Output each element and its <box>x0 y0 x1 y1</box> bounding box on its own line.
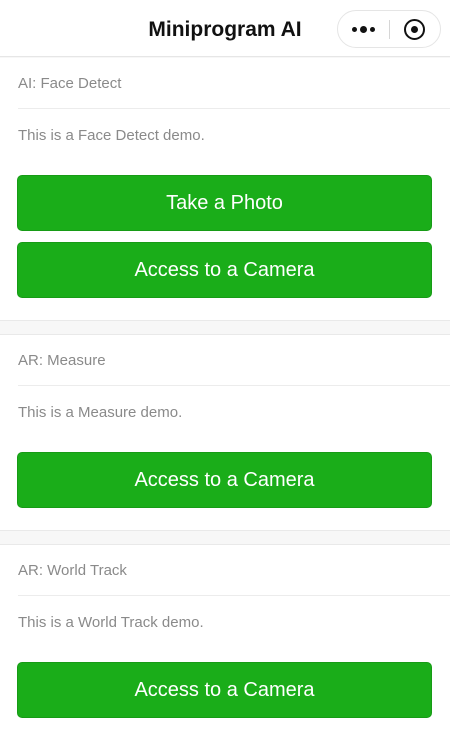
section-title: AR: Measure <box>18 352 106 369</box>
section-description: This is a Face Detect demo. <box>18 127 205 144</box>
more-dot <box>352 27 357 32</box>
access-camera-button[interactable]: Access to a Camera <box>17 242 432 298</box>
menu-capsule <box>337 10 441 48</box>
close-target-icon[interactable] <box>390 11 441 47</box>
section-world-track: AR: World Track This is a World Track de… <box>0 544 450 742</box>
close-core <box>411 26 418 33</box>
more-dots-icon[interactable] <box>338 11 390 47</box>
section-title: AI: Face Detect <box>18 75 122 92</box>
section-title: AR: World Track <box>18 562 127 579</box>
access-camera-button[interactable]: Access to a Camera <box>17 452 432 508</box>
take-photo-button[interactable]: Take a Photo <box>17 175 432 231</box>
access-camera-button[interactable]: Access to a Camera <box>17 662 432 718</box>
more-dot <box>360 26 367 33</box>
more-dot <box>370 27 375 32</box>
section-measure: AR: Measure This is a Measure demo. Acce… <box>0 334 450 531</box>
section-description: This is a World Track demo. <box>18 614 204 631</box>
navigation-bar: Miniprogram AI <box>0 0 450 57</box>
section-description: This is a Measure demo. <box>18 404 183 421</box>
section-face-detect: AI: Face Detect This is a Face Detect de… <box>0 58 450 321</box>
